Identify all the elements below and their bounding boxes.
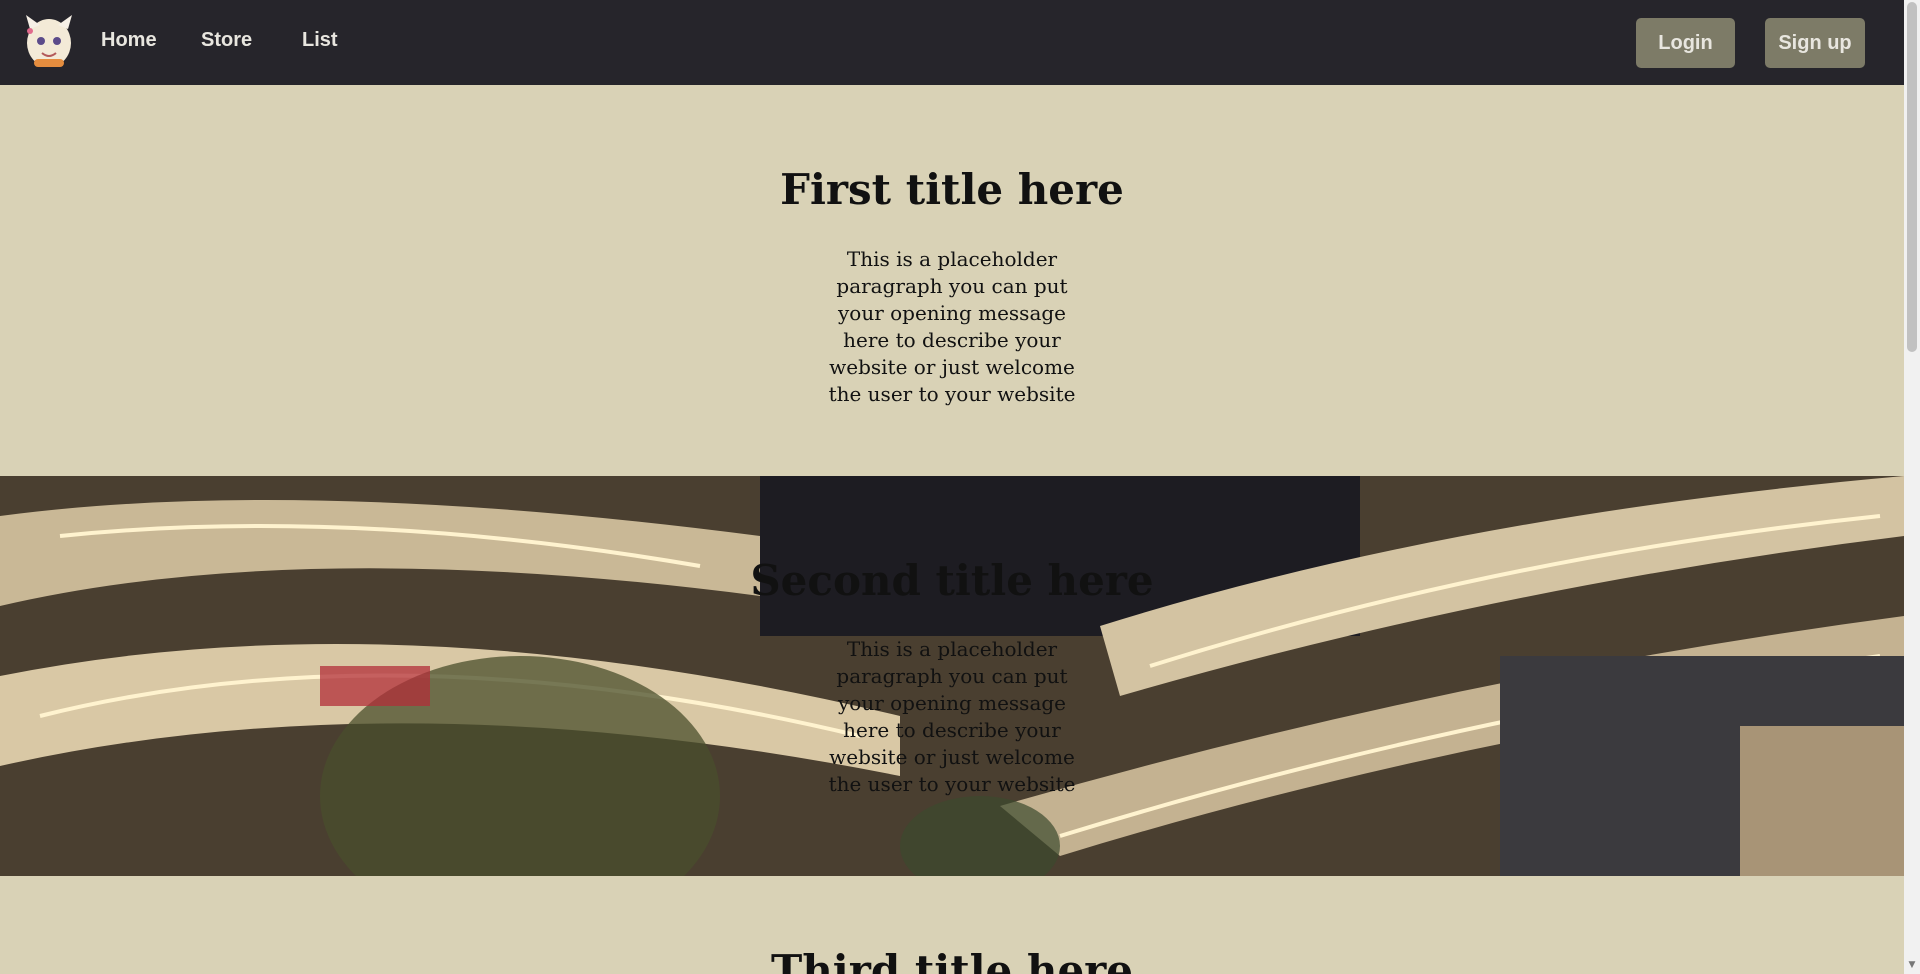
page: Home Store List Login Sign up First titl… (0, 0, 1904, 974)
site-logo-icon[interactable] (20, 11, 78, 71)
section-paragraph-first: This is a placeholder paragraph you can … (828, 247, 1076, 406)
scrollbar-thumb[interactable] (1907, 2, 1917, 352)
section-paragraph-second: This is a placeholder paragraph you can … (828, 637, 1076, 796)
signup-button[interactable]: Sign up (1765, 18, 1865, 68)
hero-section-third: Third title here (0, 876, 1904, 974)
arrow-down-icon[interactable]: ▼ (1904, 958, 1920, 972)
section-title-first: First title here (780, 165, 1124, 214)
login-button[interactable]: Login (1636, 18, 1735, 68)
navbar: Home Store List Login Sign up (0, 0, 1904, 85)
nav-link-store[interactable]: Store (201, 29, 252, 52)
vertical-scrollbar[interactable]: ▼ (1904, 0, 1920, 974)
section-title-third: Third title here (770, 946, 1134, 974)
nav-link-list[interactable]: List (302, 29, 338, 52)
nav-link-home[interactable]: Home (101, 29, 157, 52)
hero-section-first: First title here This is a placeholder p… (0, 85, 1904, 476)
section-title-second: Second title here (750, 556, 1154, 605)
hero-section-second: Second title here This is a placeholder … (0, 476, 1904, 876)
